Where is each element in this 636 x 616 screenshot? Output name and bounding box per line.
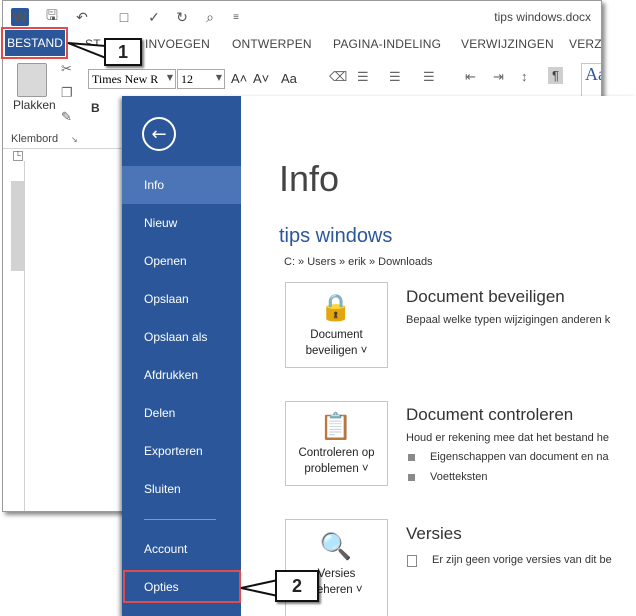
protect-document-desc: Bepaal welke typen wijzigingen anderen k (406, 314, 611, 326)
inspect-document-desc: Houd er rekening mee dat het bestand he (406, 432, 610, 444)
document-path[interactable]: C: » Users » erik » Downloads (284, 256, 433, 268)
callout-1: 1 (104, 38, 142, 66)
protect-document-title: Document beveiligen (406, 287, 565, 306)
check-issues-label-2: problemen ˅ (304, 463, 369, 475)
lock-icon: 🔒 (319, 291, 353, 322)
check-issues-button[interactable]: 📋 Controleren op problemen ˅ (285, 401, 388, 486)
highlight-box-opties (123, 570, 241, 603)
check-issues-label-1: Controleren op (298, 447, 375, 459)
versions-title: Versies (406, 524, 462, 543)
nav-divider (144, 519, 216, 520)
nav-account[interactable]: Account (122, 530, 241, 568)
nav-delen[interactable]: Delen (122, 394, 241, 432)
inspect-bullet-2: Voetteksten (430, 471, 488, 483)
nav-sluiten[interactable]: Sluiten (122, 470, 241, 508)
nav-exporteren[interactable]: Exporteren (122, 432, 241, 470)
nav-info[interactable]: Info (122, 166, 241, 204)
protect-document-label-1: Document (310, 329, 363, 341)
callout-2: 2 (275, 570, 319, 602)
protect-document-button[interactable]: 🔒 Document beveiligen ˅ (285, 282, 388, 368)
callout-1-pointer (67, 42, 107, 60)
bullet-icon (408, 454, 415, 461)
bullet-icon (408, 474, 415, 481)
versions-desc: Er zijn geen vorige versies van dit be (432, 554, 612, 566)
protect-document-label-2: beveiligen ˅ (305, 345, 368, 357)
document-name: tips windows (279, 225, 393, 247)
nav-afdrukken[interactable]: Afdrukken (122, 356, 241, 394)
versions-icon: 🔍 (319, 530, 353, 561)
nav-openen[interactable]: Openen (122, 242, 241, 280)
inspect-bullet-1: Eigenschappen van document en na (430, 451, 609, 463)
nav-nieuw[interactable]: Nieuw (122, 204, 241, 242)
document-icon (407, 555, 417, 567)
back-arrow-icon[interactable]: ← (142, 117, 176, 151)
nav-opslaan-als[interactable]: Opslaan als (122, 318, 241, 356)
page-title: Info (279, 158, 340, 199)
inspect-document-title: Document controleren (406, 405, 574, 424)
backstage-view: ← Info Nieuw Openen Opslaan Opslaan als … (122, 96, 636, 616)
nav-opslaan[interactable]: Opslaan (122, 280, 241, 318)
backstage-nav: ← Info Nieuw Openen Opslaan Opslaan als … (122, 96, 241, 616)
inspect-document-icon: 📋 (319, 410, 353, 441)
